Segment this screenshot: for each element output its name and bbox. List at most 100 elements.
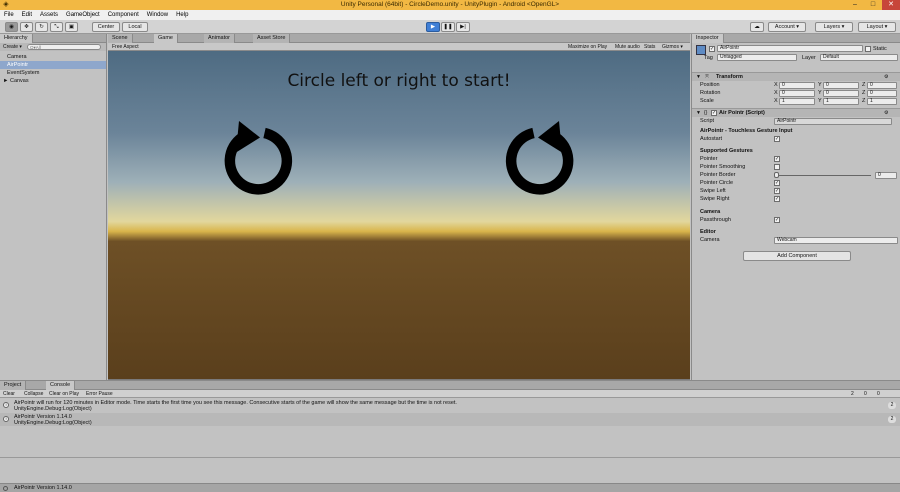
pointer-circle-checkbox[interactable]: ✓ — [774, 180, 780, 186]
tab-animator[interactable]: Animator — [204, 34, 236, 43]
swipe-right-checkbox[interactable]: ✓ — [774, 196, 780, 202]
tab-scene[interactable]: Scene — [108, 34, 133, 43]
script-component-header[interactable]: ▼ {} ✓ Air Pointr (Script) ⚙ — [692, 108, 900, 117]
aspect-dropdown[interactable]: Free Aspect — [112, 44, 139, 50]
pointer-border-slider[interactable] — [776, 175, 871, 176]
layers-dropdown[interactable]: Layers ▾ — [815, 22, 853, 32]
z-label: Z — [862, 98, 866, 104]
swipe-left-checkbox[interactable]: ✓ — [774, 188, 780, 194]
rotation-x-field[interactable]: 0 — [779, 90, 815, 97]
script-field[interactable]: AirPointr — [774, 118, 892, 125]
menu-assets[interactable]: Assets — [40, 12, 58, 18]
stats-toggle[interactable]: Stats — [644, 44, 655, 50]
tab-console[interactable]: Console — [46, 381, 76, 390]
slider-handle[interactable] — [774, 172, 779, 178]
pivot-center-button[interactable]: Center — [92, 22, 120, 32]
hierarchy-toolbar: Create ▾ — [0, 43, 106, 51]
tab-project[interactable]: Project — [0, 381, 27, 390]
clear-on-play-button[interactable]: Clear on Play — [49, 391, 79, 397]
rotate-tool-icon[interactable]: ↻ — [35, 22, 48, 32]
z-label: Z — [862, 82, 866, 88]
script-row: Script AirPointr — [692, 117, 900, 125]
mute-audio-toggle[interactable]: Mute audio — [615, 44, 640, 50]
close-button[interactable]: ✕ — [882, 0, 900, 10]
move-tool-icon[interactable]: ✥ — [20, 22, 33, 32]
transform-row-position: Position X 0 Y 0 Z 0 — [692, 81, 900, 89]
maximize-button[interactable]: □ — [864, 0, 882, 10]
passthrough-checkbox[interactable]: ✓ — [774, 217, 780, 223]
collapse-button[interactable]: Collapse — [24, 391, 43, 397]
error-pause-button[interactable]: Error Pause — [86, 391, 113, 397]
active-checkbox[interactable]: ✓ — [709, 46, 715, 52]
tab-asset-store[interactable]: Asset Store — [253, 34, 291, 43]
hierarchy-item-eventsystem[interactable]: EventSystem — [0, 69, 106, 77]
account-dropdown[interactable]: Account ▾ — [768, 22, 806, 32]
clear-button[interactable]: Clear — [3, 391, 15, 397]
menu-file[interactable]: File — [4, 12, 14, 18]
error-count[interactable]: 0 — [877, 391, 880, 397]
settings-gear-icon[interactable]: ⚙ — [884, 110, 888, 116]
scale-z-field[interactable]: 1 — [867, 98, 897, 105]
create-dropdown[interactable]: Create ▾ — [3, 44, 22, 50]
play-button[interactable]: ▶ — [426, 22, 440, 32]
pivot-local-button[interactable]: Local — [122, 22, 148, 32]
camera-header: Camera — [692, 208, 900, 216]
menu-gameobject[interactable]: GameObject — [66, 12, 100, 18]
menu-help[interactable]: Help — [176, 12, 188, 18]
position-y-field[interactable]: 0 — [823, 82, 859, 89]
rect-tool-icon[interactable]: ▣ — [65, 22, 78, 32]
warning-count[interactable]: 0 — [864, 391, 867, 397]
console-entry[interactable]: ! AirPointr will run for 120 minutes in … — [0, 399, 900, 412]
console-tabbar: Project Console — [0, 381, 900, 390]
hierarchy-item-camera[interactable]: Camera — [0, 53, 106, 61]
pointer-border-value[interactable]: 0 — [875, 172, 897, 179]
transform-header[interactable]: ▼ ⤧ Transform ⚙ — [692, 72, 900, 81]
scale-y-field[interactable]: 1 — [823, 98, 859, 105]
hand-tool-icon[interactable]: ◉ — [5, 22, 18, 32]
pause-button[interactable]: ❚❚ — [441, 22, 455, 32]
game-tabbar: Scene Game Animator Asset Store — [108, 34, 690, 43]
position-z-field[interactable]: 0 — [867, 82, 897, 89]
static-checkbox[interactable] — [865, 46, 871, 52]
info-count[interactable]: 2 — [851, 391, 854, 397]
hierarchy-item-canvas[interactable]: ► Canvas — [0, 77, 106, 85]
hierarchy-search-input[interactable] — [27, 44, 101, 50]
hierarchy-item-airpointr[interactable]: AirPointr — [0, 61, 106, 69]
game-viewport[interactable]: Circle left or right to start! — [108, 51, 690, 379]
step-button[interactable]: ▶| — [456, 22, 470, 32]
cloud-icon[interactable]: ☁ — [750, 22, 764, 32]
rotation-z-field[interactable]: 0 — [867, 90, 897, 97]
tag-dropdown[interactable]: Untagged — [717, 54, 797, 61]
editor-header-text: Editor — [700, 229, 716, 235]
component-enabled-checkbox[interactable]: ✓ — [711, 110, 717, 116]
x-label: X — [774, 98, 778, 104]
menu-edit[interactable]: Edit — [22, 12, 32, 18]
pointer-checkbox[interactable]: ✓ — [774, 156, 780, 162]
autostart-checkbox[interactable]: ✓ — [774, 136, 780, 142]
layer-label: Layer — [802, 55, 816, 61]
layer-dropdown[interactable]: Default — [820, 54, 898, 61]
transform-row-rotation: Rotation X 0 Y 0 Z 0 — [692, 89, 900, 97]
maximize-on-play-toggle[interactable]: Maximize on Play — [568, 44, 607, 50]
tab-game[interactable]: Game — [154, 34, 178, 43]
camera-dropdown[interactable]: Webcam — [774, 237, 898, 244]
settings-gear-icon[interactable]: ⚙ — [884, 74, 888, 80]
add-component-button[interactable]: Add Component — [743, 251, 851, 261]
console-entry[interactable]: ! AirPointr Version 1.14.0 UnityEngine.D… — [0, 413, 900, 426]
scale-x-field[interactable]: 1 — [779, 98, 815, 105]
tab-hierarchy[interactable]: Hierarchy — [0, 34, 33, 43]
unity-logo-icon: ◈ — [3, 1, 9, 8]
gizmos-dropdown[interactable]: Gizmos ▾ — [662, 44, 683, 50]
position-x-field[interactable]: 0 — [779, 82, 815, 89]
tab-inspector[interactable]: Inspector — [692, 34, 724, 43]
scale-tool-icon[interactable]: ⤡ — [50, 22, 63, 32]
menu-window[interactable]: Window — [147, 12, 168, 18]
menu-component[interactable]: Component — [108, 12, 139, 18]
rotation-y-field[interactable]: 0 — [823, 90, 859, 97]
gestures-header: Supported Gestures — [692, 147, 900, 155]
layout-dropdown[interactable]: Layout ▾ — [858, 22, 896, 32]
minimize-button[interactable]: – — [846, 0, 864, 10]
pointer-smoothing-checkbox[interactable] — [774, 164, 780, 170]
transform-icon: ⤧ — [705, 74, 710, 80]
object-name-field[interactable]: AirPointr — [717, 45, 863, 52]
